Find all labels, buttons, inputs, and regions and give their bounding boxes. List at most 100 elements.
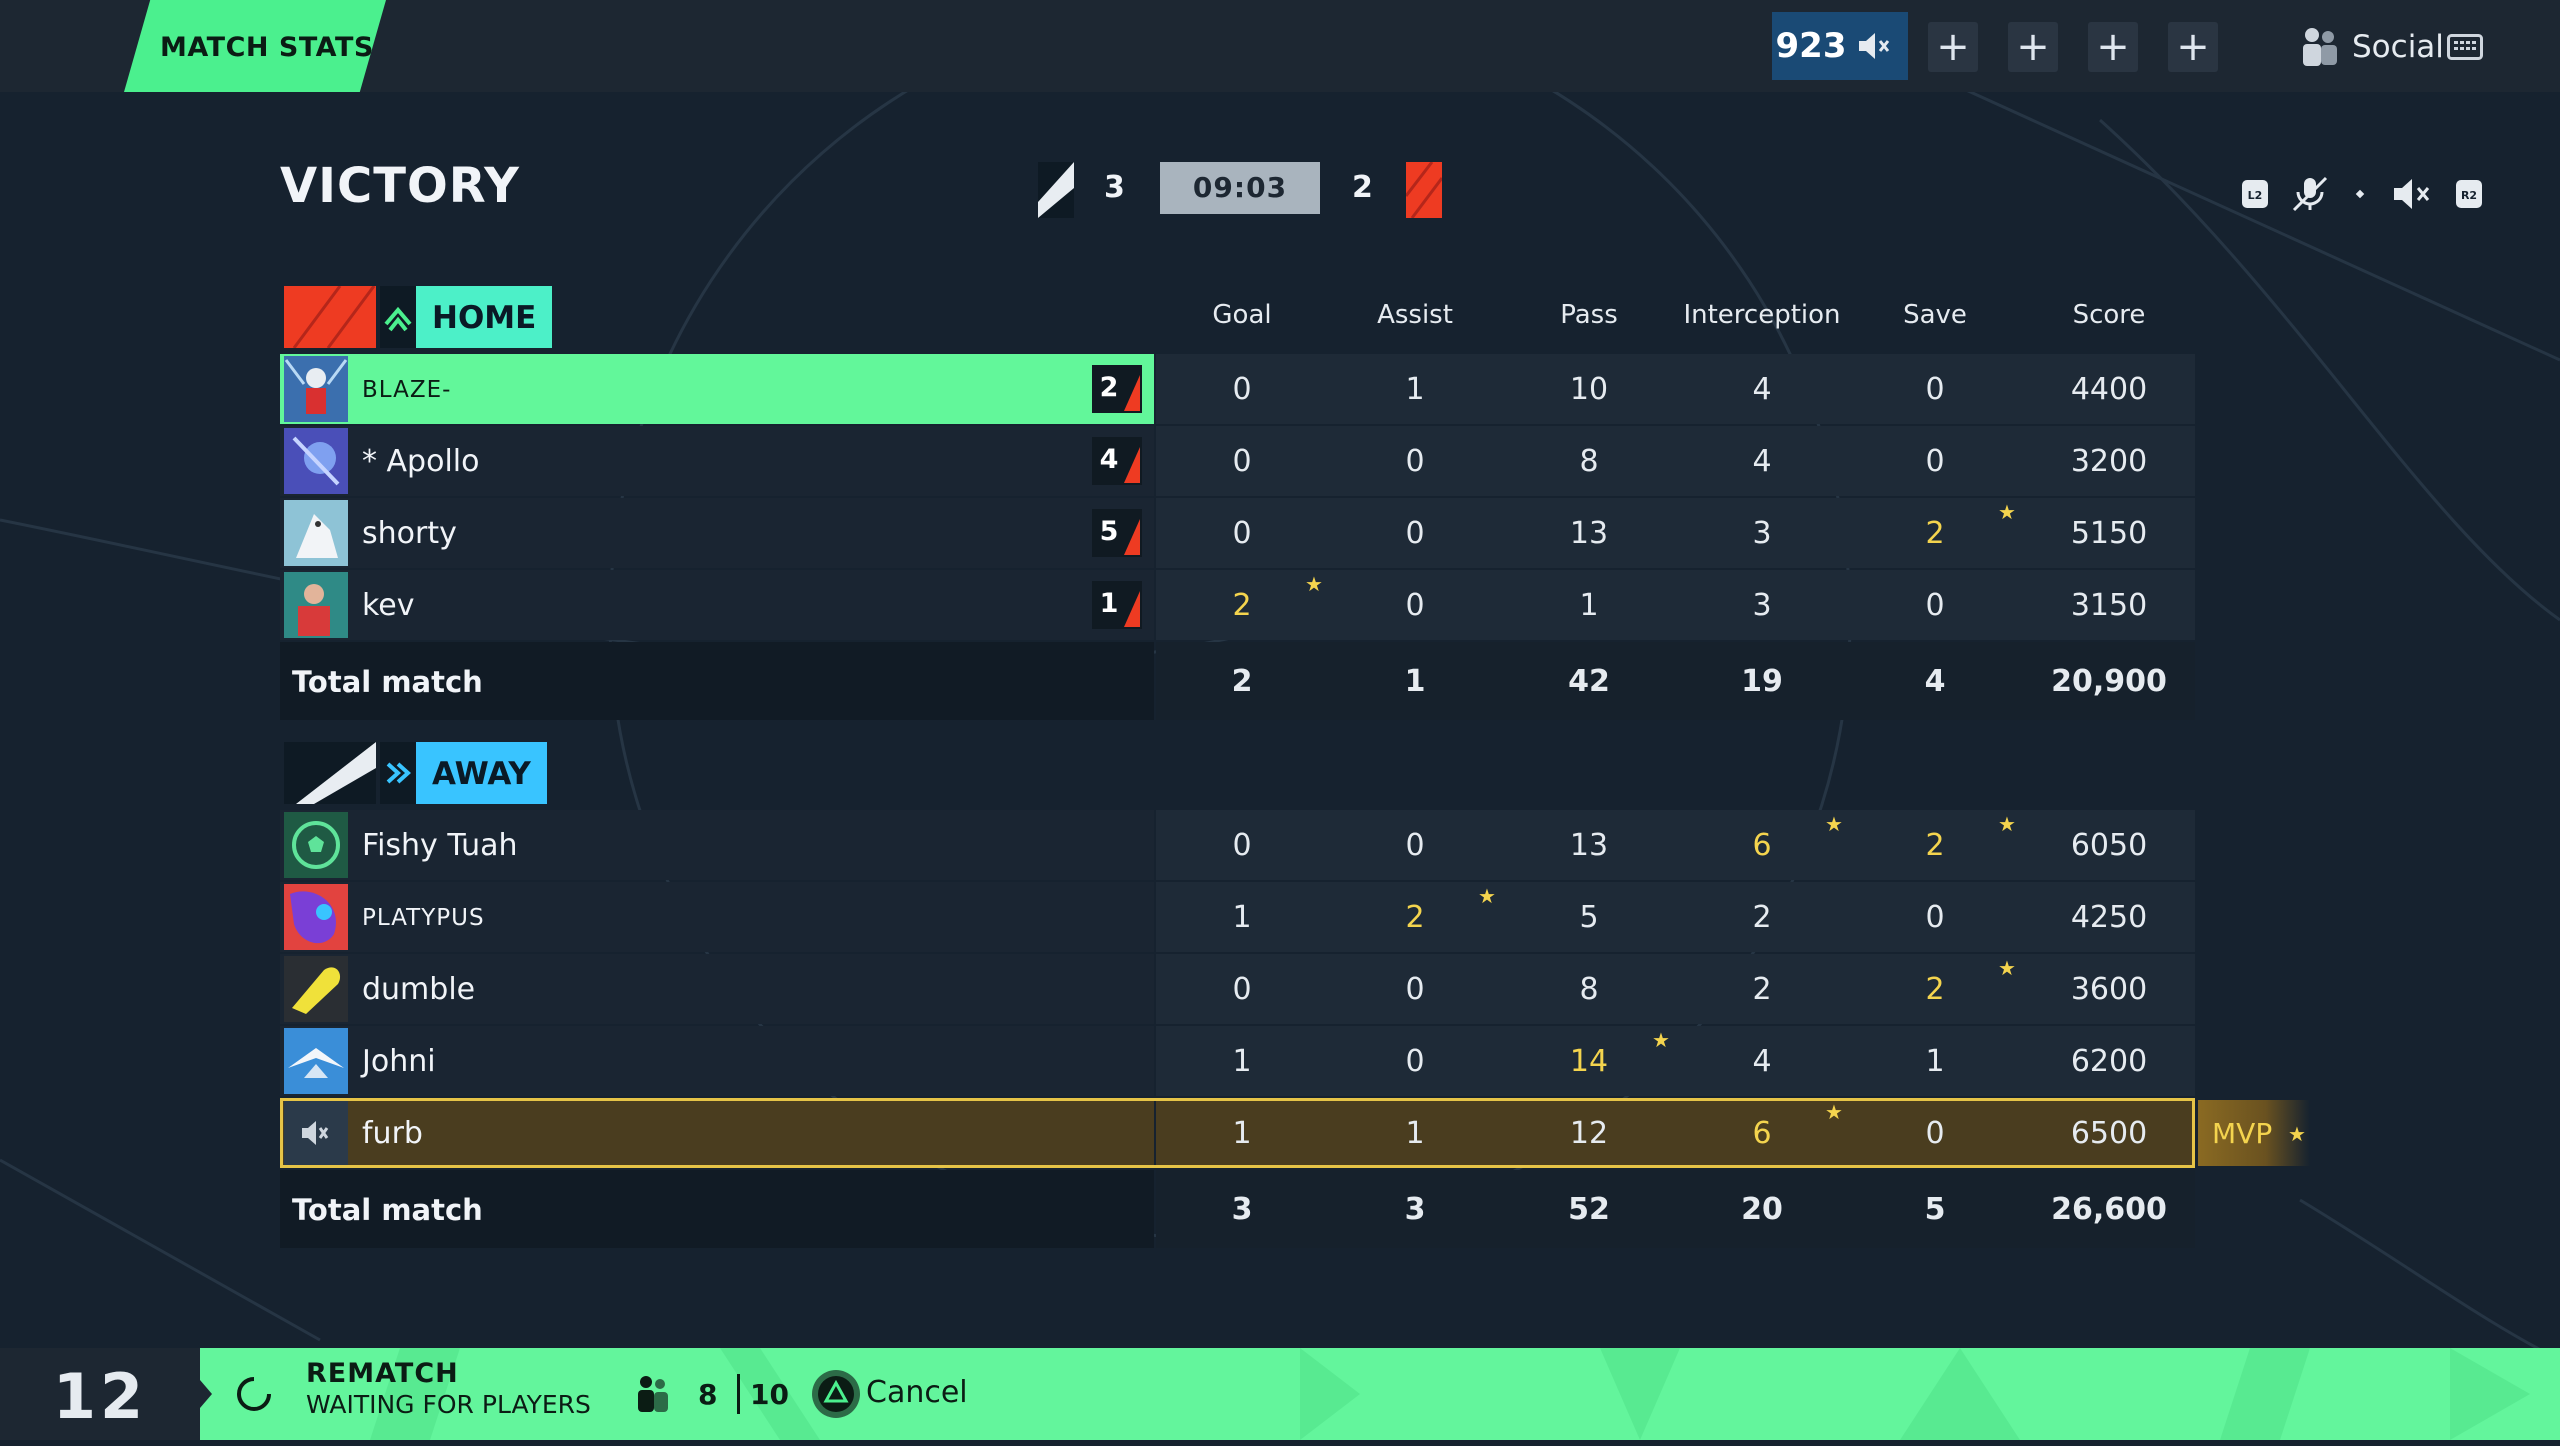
- stat-assist: 0: [1405, 828, 1425, 863]
- l2-button-icon[interactable]: L2: [2240, 174, 2270, 214]
- social-people-icon[interactable]: [2294, 26, 2346, 68]
- mic-muted-icon[interactable]: [2290, 174, 2330, 214]
- player-row-fishy-tuah[interactable]: Fishy Tuah 0 0 13 6 ★ 2 ★ 6050: [280, 810, 2195, 880]
- player-row-blaze[interactable]: BLAZE- 2 0 1 10 4 0 4400: [280, 354, 2195, 424]
- rematch-title: REMATCH: [306, 1358, 459, 1389]
- mvp-highlight-border: [280, 1098, 2195, 1168]
- add-slot-button-2[interactable]: +: [2008, 22, 2058, 72]
- cancel-button[interactable]: Cancel: [866, 1375, 968, 1410]
- home-emblem-icon: [380, 286, 416, 348]
- stat-save: 0: [1925, 444, 1945, 479]
- player-name: BLAZE-: [362, 377, 452, 403]
- stat-pass: 13: [1569, 828, 1609, 863]
- player-row-shorty[interactable]: shorty 5 0 0 13 3 2 ★ 5150: [280, 498, 2195, 568]
- keyboard-icon[interactable]: [2447, 34, 2483, 60]
- player-number-badge: 2: [1092, 365, 1142, 413]
- social-label[interactable]: Social: [2352, 26, 2444, 68]
- triangle-button-icon[interactable]: [810, 1368, 862, 1420]
- rank-badge: 923: [1772, 12, 1908, 80]
- home-score: 3: [1104, 170, 1125, 205]
- player-avatar: [284, 356, 348, 422]
- stat-score: 6200: [2070, 1044, 2148, 1079]
- match-result-title: VICTORY: [280, 158, 520, 214]
- add-slot-button-1[interactable]: +: [1928, 22, 1978, 72]
- away-flag-icon: [284, 742, 376, 804]
- home-total-row: Total match 2 1 42 19 4 20,900: [280, 642, 2195, 720]
- stat-interception: 3: [1752, 516, 1772, 551]
- add-slot-button-3[interactable]: +: [2088, 22, 2138, 72]
- stat-score: 26,600: [2051, 1192, 2167, 1227]
- stat-score: 4400: [2070, 372, 2148, 407]
- stat-goal: 2: [1232, 588, 1252, 623]
- chevron-right-icon: [200, 1380, 212, 1408]
- stat-score: 3200: [2070, 444, 2148, 479]
- star-icon: ★: [1998, 500, 2016, 524]
- speaker-muted-icon[interactable]: [1854, 26, 1894, 66]
- loading-spinner-icon: [237, 1377, 271, 1411]
- player-row-apollo[interactable]: * Apollo 4 0 0 8 4 0 3200: [280, 426, 2195, 496]
- player-name: PLATYPUS: [362, 905, 485, 931]
- away-score: 2: [1352, 170, 1373, 205]
- add-slot-button-4[interactable]: +: [2168, 22, 2218, 72]
- player-number-badge: 4: [1092, 437, 1142, 485]
- away-total-row: Total match 3 3 52 20 5 26,600: [280, 1170, 2195, 1248]
- stat-pass: 5: [1579, 900, 1599, 935]
- star-icon: ★: [1998, 956, 2016, 980]
- separator-dot-icon: [2355, 189, 2365, 199]
- player-row-platypus[interactable]: PLATYPUS 1 2 ★ 5 2 0 4250: [280, 882, 2195, 952]
- stat-score: 3600: [2070, 972, 2148, 1007]
- player-avatar: [284, 1028, 348, 1094]
- player-name: kev: [362, 588, 415, 623]
- corner-stripe-icon: [1124, 519, 1140, 555]
- r2-button-icon[interactable]: R2: [2454, 174, 2484, 214]
- player-number-badge: 1: [1092, 581, 1142, 629]
- stat-assist: 0: [1405, 516, 1425, 551]
- stat-assist: 0: [1405, 444, 1425, 479]
- away-emblem-icon: [380, 742, 416, 804]
- rematch-countdown: 12: [0, 1348, 200, 1440]
- player-row-dumble[interactable]: dumble 0 0 8 2 2 ★ 3600: [280, 954, 2195, 1024]
- stat-save: 2: [1925, 972, 1945, 1007]
- stat-goal: 0: [1232, 972, 1252, 1007]
- stat-goal: 0: [1232, 516, 1252, 551]
- star-icon: ★: [1825, 812, 1843, 836]
- stat-save: 4: [1924, 664, 1946, 699]
- star-icon: ★: [1305, 572, 1323, 596]
- stat-goal: 2: [1231, 664, 1253, 699]
- stat-assist: 3: [1404, 1192, 1426, 1227]
- stat-score: 3150: [2070, 588, 2148, 623]
- stat-save: 0: [1925, 900, 1945, 935]
- stat-pass: 8: [1579, 444, 1599, 479]
- star-icon: ★: [1998, 812, 2016, 836]
- mvp-badge: MVP ★: [2198, 1100, 2310, 1166]
- stat-pass: 8: [1579, 972, 1599, 1007]
- corner-stripe-icon: [1124, 591, 1140, 627]
- player-number-badge: 5: [1092, 509, 1142, 557]
- stat-interception: 6: [1752, 828, 1772, 863]
- player-avatar: [284, 500, 348, 566]
- player-row-kev[interactable]: kev 1 2 ★ 0 1 3 0 3150: [280, 570, 2195, 640]
- stat-interception: 4: [1752, 444, 1772, 479]
- speaker-muted-icon[interactable]: [2390, 174, 2434, 214]
- star-icon: ★: [1478, 884, 1496, 908]
- stat-score: 20,900: [2051, 664, 2167, 699]
- stat-pass: 1: [1579, 588, 1599, 623]
- stat-assist: 1: [1405, 372, 1425, 407]
- col-header-assist: Assist: [1377, 300, 1453, 330]
- stat-pass: 13: [1569, 516, 1609, 551]
- stat-score: 5150: [2070, 516, 2148, 551]
- player-row-johni[interactable]: Johni 1 0 14 ★ 4 1 6200: [280, 1026, 2195, 1096]
- home-flag-icon: [284, 286, 376, 348]
- stat-interception: 4: [1752, 1044, 1772, 1079]
- col-header-interception: Interception: [1683, 300, 1841, 330]
- stat-interception: 3: [1752, 588, 1772, 623]
- player-name: dumble: [362, 972, 476, 1007]
- stat-pass: 10: [1569, 372, 1609, 407]
- stat-score: 6050: [2070, 828, 2148, 863]
- col-header-goal: Goal: [1212, 300, 1272, 330]
- stat-save: 0: [1925, 588, 1945, 623]
- away-team-label: AWAY: [416, 742, 547, 804]
- star-icon: ★: [1652, 1028, 1670, 1052]
- corner-stripe-icon: [1124, 375, 1140, 411]
- tab-match-stats[interactable]: MATCH STATS: [124, 0, 386, 92]
